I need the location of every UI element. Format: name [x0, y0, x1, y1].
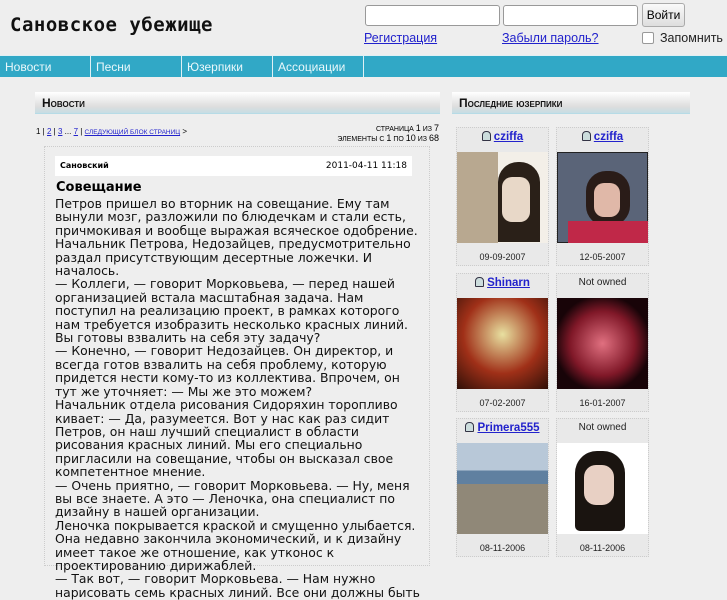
- userpic-date: 16-01-2007: [579, 398, 626, 408]
- article-paragraph: — Так вот, — говорит Морковьева. — Нам н…: [55, 571, 420, 600]
- forgot-password-link[interactable]: Забыли пароль?: [502, 31, 599, 45]
- article-meta: Сановский 2011-04-11 11:18: [55, 156, 412, 176]
- userpics-header: Последние юзерпики: [452, 92, 690, 114]
- ellipsis: ...: [64, 127, 72, 136]
- pagination: 1 | 2 | 3 ... 7 | следующий блок страниц…: [36, 127, 187, 136]
- user-link[interactable]: cziffa: [494, 131, 523, 143]
- user-link[interactable]: cziffa: [594, 131, 623, 143]
- user-link[interactable]: Primera555: [477, 422, 539, 434]
- user-icon: [465, 422, 475, 432]
- article-paragraph: Петров пришел во вторник на совещание. Е…: [55, 196, 418, 279]
- nav-associations[interactable]: Ассоциации: [273, 56, 364, 77]
- remember-checkbox[interactable]: Запомнить: [642, 31, 723, 45]
- user-icon: [581, 131, 591, 141]
- userpic-image[interactable]: [457, 152, 548, 243]
- userpic-date: 07-02-2007: [479, 398, 526, 408]
- userpic-card: Not owned 16-01-2007: [556, 273, 649, 412]
- user-icon: [475, 277, 485, 287]
- userpic-card: Shinarn 07-02-2007: [456, 273, 549, 412]
- userpic-image[interactable]: [557, 298, 648, 389]
- article-paragraph: — Конечно, — говорит Недозайцев. Он дире…: [55, 343, 400, 399]
- register-link[interactable]: Регистрация: [364, 31, 437, 45]
- next-block-link[interactable]: следующий блок страниц: [85, 129, 181, 136]
- owner-label: Not owned: [578, 277, 627, 288]
- article-body: Петров пришел во вторник на совещание. Е…: [55, 197, 423, 599]
- article-paragraph: Начальник отдела рисования Сидоряхин тор…: [55, 397, 398, 480]
- userpic-card: cziffa 12-05-2007: [556, 127, 649, 266]
- password-input[interactable]: [503, 5, 638, 26]
- news-article: Сановский 2011-04-11 11:18 Совещание Петр…: [44, 146, 430, 599]
- username-input[interactable]: [365, 5, 500, 26]
- article-paragraph: — Очень приятно, — говорит Морковьева. —…: [55, 477, 410, 520]
- main-nav: Новости Песни Юзерпики Ассоциации: [0, 55, 727, 77]
- login-button[interactable]: Войти: [642, 3, 685, 27]
- page-link[interactable]: 2: [47, 127, 51, 136]
- current-page: 1: [36, 127, 41, 136]
- article-date: 2011-04-11 11:18: [325, 161, 407, 171]
- userpic-card: Not owned 08-11-2006: [556, 418, 649, 557]
- userpic-image[interactable]: [557, 152, 648, 243]
- remember-label: Запомнить: [660, 31, 723, 45]
- article-title: Совещание: [56, 180, 142, 195]
- user-link[interactable]: Shinarn: [487, 277, 530, 289]
- page-link[interactable]: 3: [58, 127, 62, 136]
- userpic-image[interactable]: [457, 298, 548, 389]
- news-header: Новости: [35, 92, 440, 114]
- checkbox[interactable]: [642, 32, 654, 44]
- article-paragraph: Леночка покрывается краской и смущенно у…: [55, 517, 416, 573]
- article-author: Сановский: [60, 161, 109, 170]
- nav-songs[interactable]: Песни: [91, 56, 182, 77]
- userpic-card: cziffa 09-09-2007: [456, 127, 549, 266]
- userpic-date: 09-09-2007: [479, 252, 526, 262]
- article-paragraph: — Коллеги, — говорит Морковьева, — перед…: [55, 276, 408, 346]
- userpic-card: Primera555 08-11-2006: [456, 418, 549, 557]
- userpic-image[interactable]: [457, 443, 548, 534]
- page-link[interactable]: 7: [74, 127, 78, 136]
- site-title: Сановское убежище: [10, 14, 213, 36]
- pager-info: страница 1 из 7 элементы с 1 по 10 из 68: [337, 123, 439, 144]
- user-icon: [481, 131, 491, 141]
- userpic-image[interactable]: [557, 443, 648, 534]
- nav-userpics[interactable]: Юзерпики: [182, 56, 273, 77]
- userpic-date: 12-05-2007: [579, 252, 626, 262]
- nav-news[interactable]: Новости: [0, 56, 91, 77]
- owner-label: Not owned: [578, 422, 627, 433]
